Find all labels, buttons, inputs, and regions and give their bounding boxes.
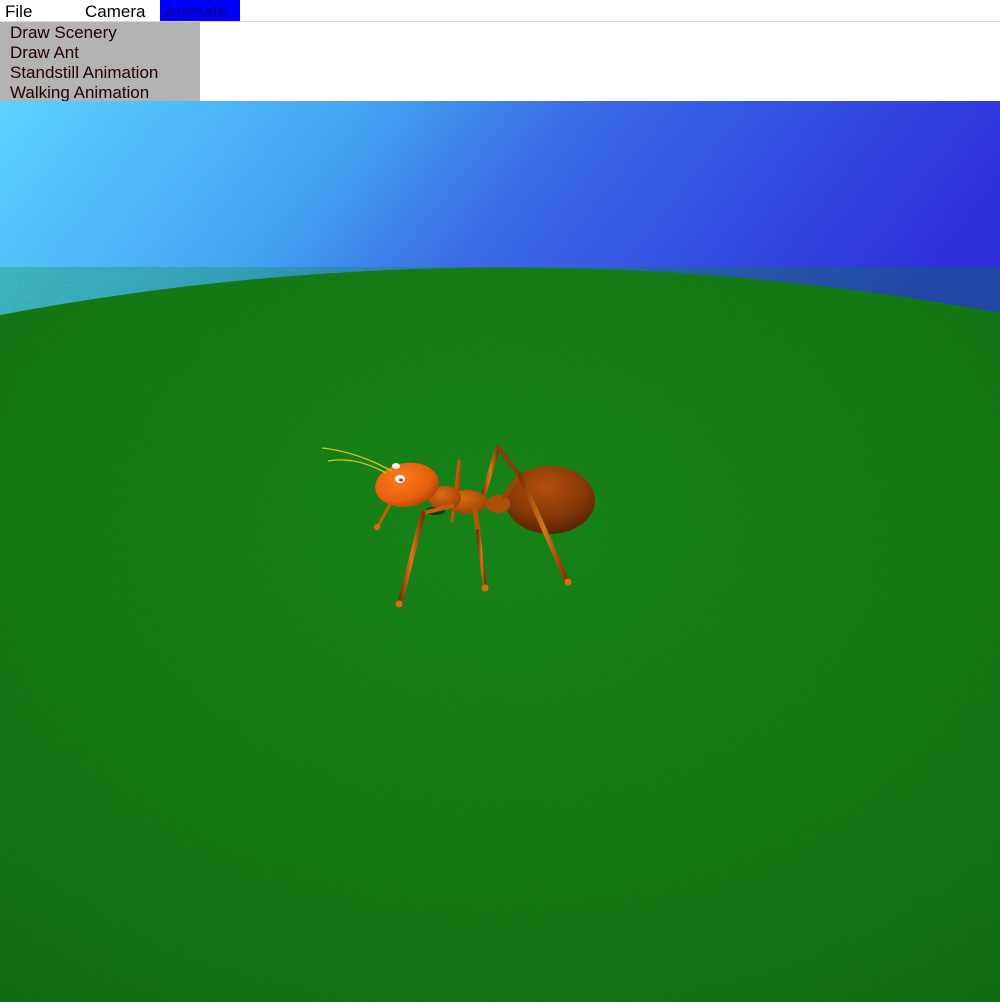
menu-file[interactable]: File bbox=[5, 0, 32, 21]
menu-item-draw-ant[interactable]: Draw Ant bbox=[10, 43, 79, 63]
menu-bar: File Camera Animate bbox=[0, 0, 1000, 22]
menu-item-standstill-animation[interactable]: Standstill Animation bbox=[10, 63, 158, 83]
3d-viewport[interactable] bbox=[0, 101, 1000, 1002]
menu-animate[interactable]: Animate bbox=[160, 0, 240, 21]
menu-camera[interactable]: Camera bbox=[85, 0, 145, 21]
animate-dropdown-menu: Draw Scenery Draw Ant Standstill Animati… bbox=[0, 22, 200, 103]
menu-item-draw-scenery[interactable]: Draw Scenery bbox=[10, 23, 117, 43]
menu-item-walking-animation[interactable]: Walking Animation bbox=[10, 83, 149, 103]
scene-canvas bbox=[0, 101, 1000, 1002]
grass-texture bbox=[0, 267, 1000, 1002]
